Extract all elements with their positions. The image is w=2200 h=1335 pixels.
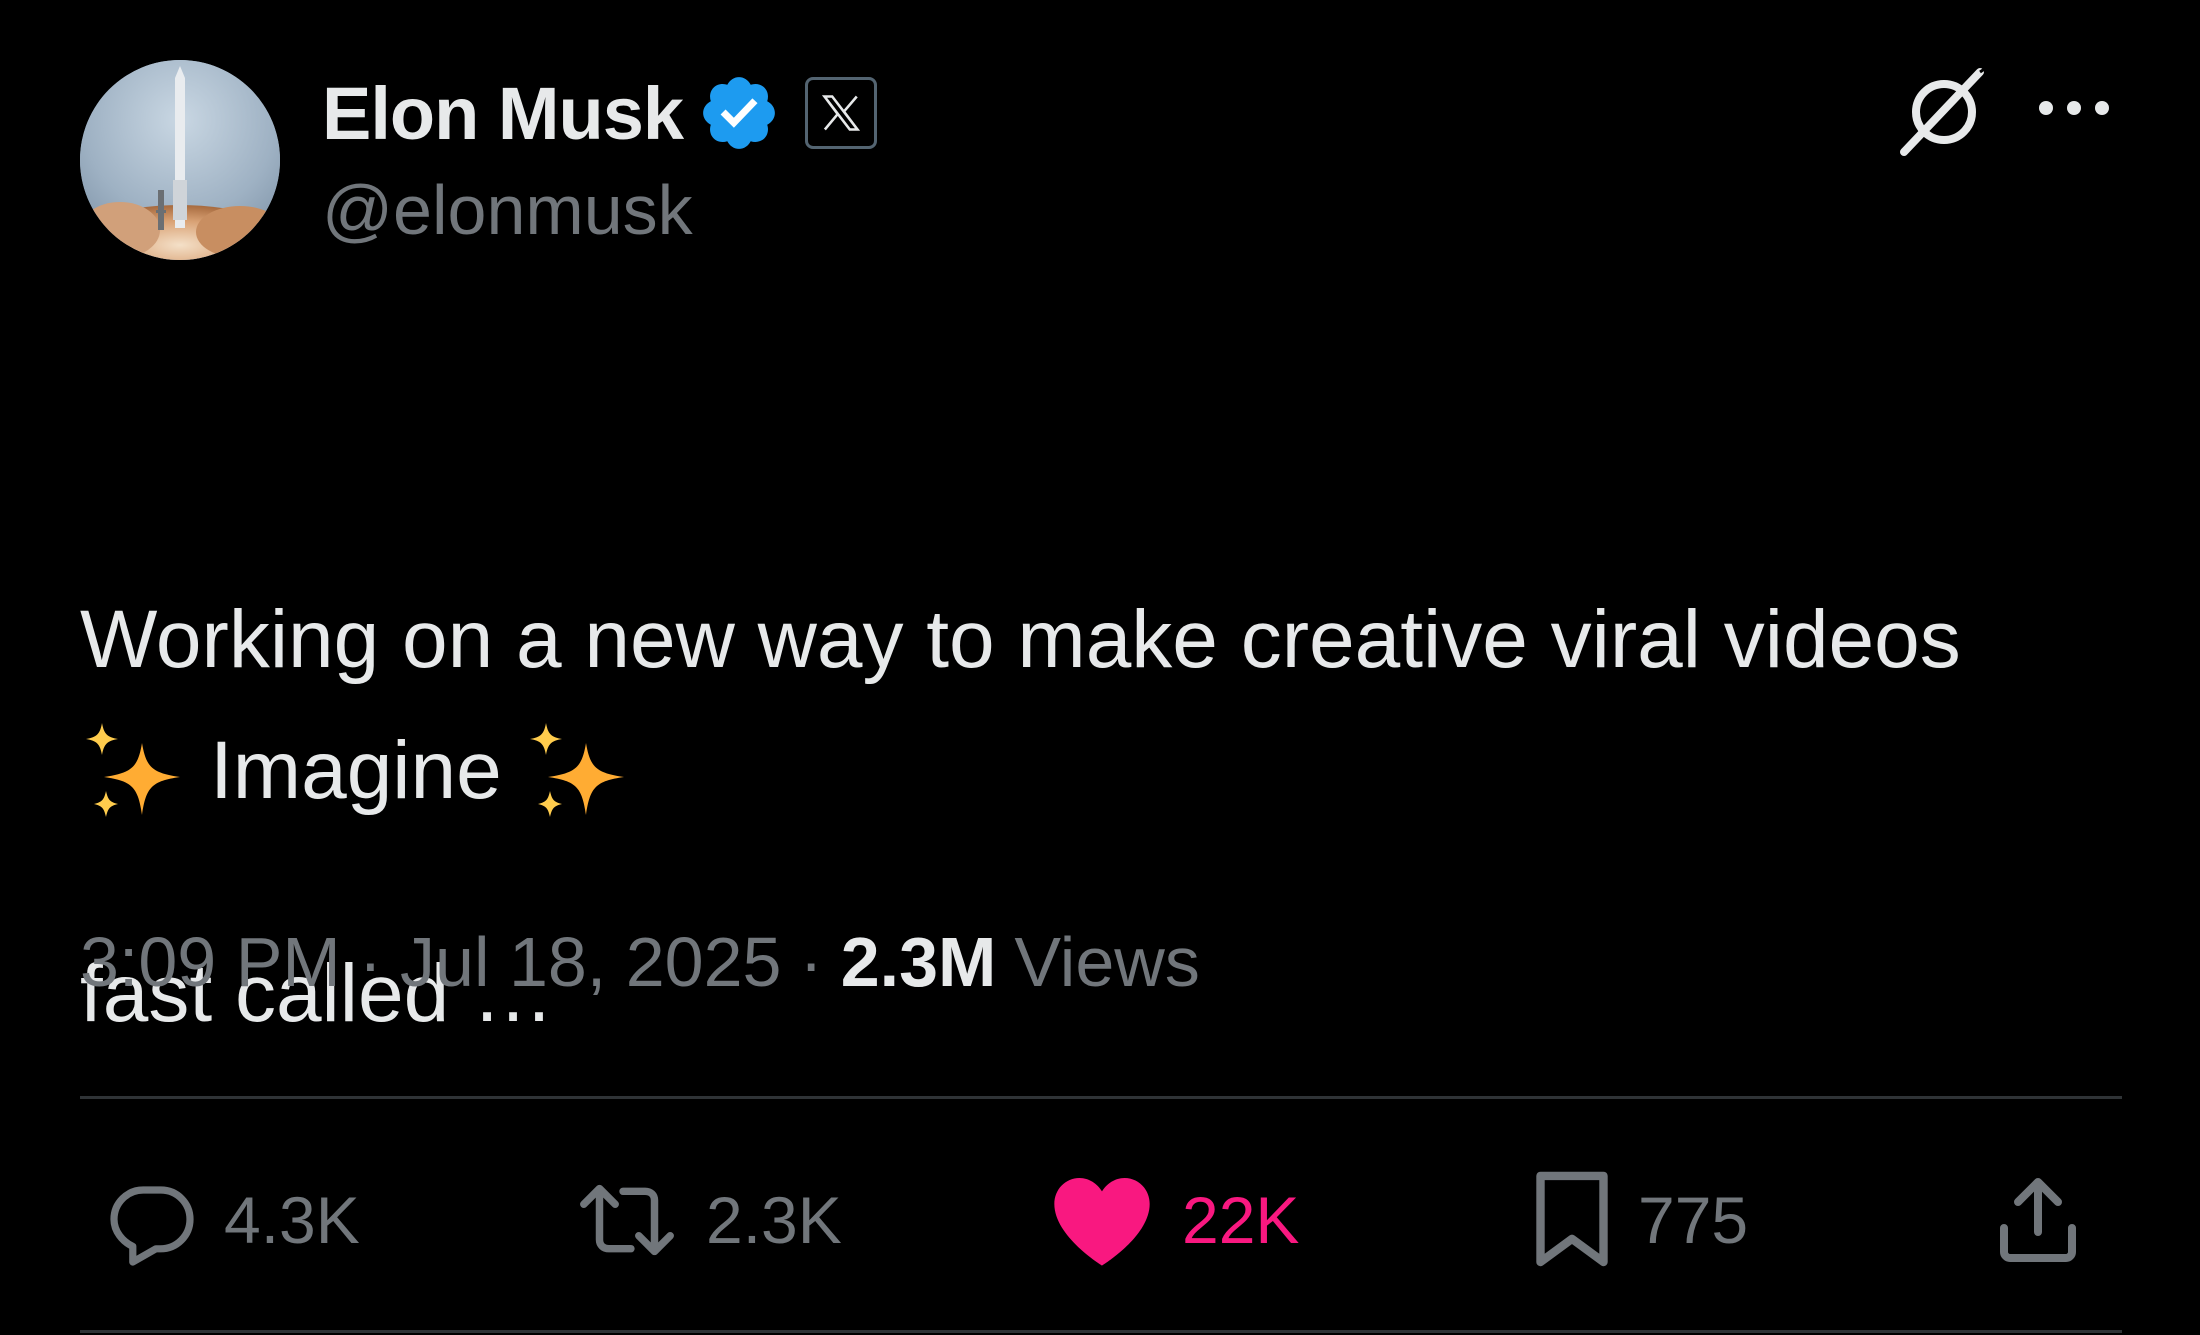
like-button[interactable]: 22K xyxy=(1050,1160,1299,1280)
tweet-time[interactable]: 3:09 PM xyxy=(80,922,341,1002)
bookmark-icon xyxy=(1536,1171,1608,1267)
verified-badge-icon[interactable] xyxy=(697,71,781,155)
tweet-date[interactable]: Jul 18, 2025 xyxy=(400,922,781,1002)
meta-separator: · xyxy=(799,923,823,1001)
reply-icon xyxy=(110,1186,194,1266)
meta-separator: · xyxy=(358,923,383,1001)
author-name-row: Elon Musk xyxy=(322,68,878,158)
tweet-text-line: Working on a new way to make creative vi… xyxy=(80,594,1961,685)
views-count[interactable]: 2.3M xyxy=(841,922,997,1002)
avatar[interactable] xyxy=(80,60,280,260)
like-icon xyxy=(1054,1177,1150,1266)
tweet-highlight-word: Imagine xyxy=(210,725,502,816)
avatar-image xyxy=(80,60,280,260)
tweet-highlight-line: Imagine xyxy=(80,712,632,830)
sparkles-icon xyxy=(529,723,624,817)
repost-icon xyxy=(580,1184,674,1256)
bookmark-count: 775 xyxy=(1638,1183,1749,1257)
author-handle[interactable]: @elonmusk xyxy=(322,170,693,250)
share-button[interactable] xyxy=(1990,1160,2086,1280)
tweet-meta: 3:09 PM · Jul 18, 2025 · 2.3M Views xyxy=(80,912,1200,1012)
repost-count: 2.3K xyxy=(706,1183,842,1257)
divider xyxy=(80,1330,2122,1333)
sparkles-icon xyxy=(86,723,180,817)
reply-count: 4.3K xyxy=(224,1183,360,1257)
views-label: Views xyxy=(1014,923,1200,1001)
divider xyxy=(80,1096,2122,1099)
bookmark-button[interactable]: 775 xyxy=(1530,1160,1748,1280)
grok-icon[interactable] xyxy=(1892,60,1992,160)
share-icon xyxy=(2000,1178,2076,1262)
like-count: 22K xyxy=(1182,1183,1300,1257)
x-logo-icon xyxy=(821,95,861,131)
affiliate-badge[interactable] xyxy=(805,77,878,149)
repost-button[interactable]: 2.3K xyxy=(572,1160,842,1280)
more-options-icon[interactable] xyxy=(2036,90,2112,126)
reply-button[interactable]: 4.3K xyxy=(104,1160,360,1280)
author-display-name[interactable]: Elon Musk xyxy=(322,71,684,156)
